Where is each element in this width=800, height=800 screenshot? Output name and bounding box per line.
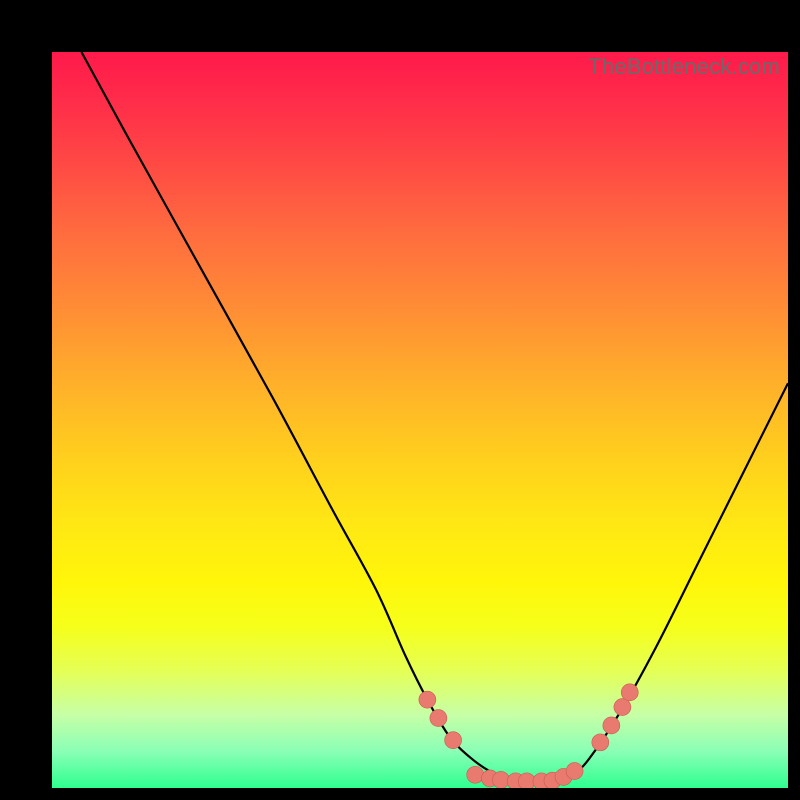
- data-marker: [592, 734, 609, 751]
- data-marker: [467, 766, 484, 783]
- data-marker: [445, 732, 462, 749]
- plot-area: TheBottleneck.com: [52, 52, 788, 788]
- data-marker: [566, 763, 583, 780]
- attribution-label: TheBottleneck.com: [588, 54, 780, 80]
- data-marker: [430, 710, 447, 727]
- data-marker: [518, 773, 535, 788]
- curve-layer: [52, 52, 788, 788]
- bottleneck-curve: [81, 52, 788, 781]
- data-marker: [621, 684, 638, 701]
- data-marker: [492, 771, 509, 788]
- data-marker: [419, 691, 436, 708]
- data-markers: [419, 684, 638, 788]
- chart-frame: TheBottleneck.com: [20, 20, 780, 780]
- data-marker: [603, 717, 620, 734]
- data-marker: [614, 699, 631, 716]
